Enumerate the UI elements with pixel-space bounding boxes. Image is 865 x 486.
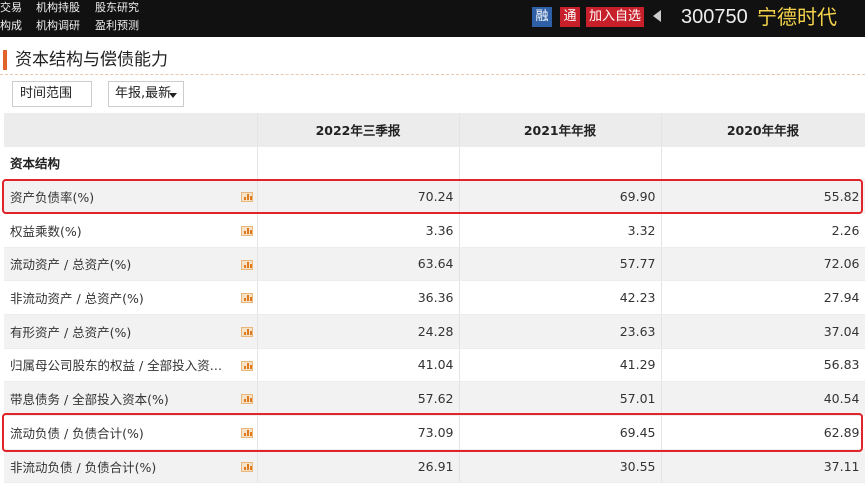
- top-nav-bar: 交易 机构持股 股东研究 构成 机构调研 盈利预测 融 通 加入自选 30075…: [0, 0, 865, 37]
- period-select-value: 年报,最新: [115, 86, 172, 101]
- header-label-column: [4, 113, 258, 147]
- value-cell: 70.24: [257, 179, 460, 214]
- value-cell: 3.32: [459, 213, 662, 248]
- bar-chart-icon[interactable]: [240, 326, 253, 337]
- value-cell: 57.77: [459, 247, 662, 282]
- value-cell: 55.82: [661, 179, 865, 214]
- add-to-watchlist-button[interactable]: 加入自选: [586, 7, 644, 27]
- value-cell: 37.11: [661, 449, 865, 484]
- nav-row-2: 构成 机构调研 盈利预测: [0, 19, 154, 33]
- value-cell: 3.36: [257, 213, 460, 248]
- table-row: 带息债务 / 全部投入资本(%) 57.62 57.01 40.54: [4, 381, 865, 416]
- row-label-cell: 资产负债率(%): [4, 179, 258, 214]
- row-label: 资产负债率(%): [10, 190, 95, 206]
- value-cell: 41.29: [459, 348, 662, 383]
- time-range-label: 时间范围: [12, 81, 92, 107]
- row-label: 带息债务 / 全部投入资本(%): [10, 392, 169, 408]
- row-label: 归属母公司股东的权益 / 全部投入资本(...: [10, 358, 232, 374]
- row-label: 权益乘数(%): [10, 223, 82, 239]
- row-label: 流动负债 / 负债合计(%): [10, 425, 144, 441]
- table-row: 流动资产 / 总资产(%) 63.64 57.77 72.06: [4, 247, 865, 282]
- nav-link-institution-research[interactable]: 机构调研: [36, 19, 80, 33]
- nav-link-trade[interactable]: 交易: [0, 1, 22, 15]
- column-header[interactable]: 2020年年报: [661, 113, 865, 147]
- value-cell: 27.94: [661, 280, 865, 315]
- nav-link-shareholder-research[interactable]: 股东研究: [95, 1, 139, 15]
- margin-trading-badge[interactable]: 融: [532, 7, 552, 27]
- table-row: 非流动资产 / 总资产(%) 36.36 42.23 27.94: [4, 280, 865, 315]
- value-cell: 63.64: [257, 247, 460, 282]
- row-label-cell: 有形资产 / 总资产(%): [4, 314, 258, 349]
- value-cell: 62.89: [661, 415, 865, 450]
- value-cell: 30.55: [459, 449, 662, 484]
- section-accent-bar: [3, 50, 7, 70]
- value-cell: 69.45: [459, 415, 662, 450]
- nav-link-profit-forecast[interactable]: 盈利预测: [95, 19, 139, 33]
- bar-chart-icon[interactable]: [240, 293, 253, 304]
- bar-chart-icon[interactable]: [240, 428, 253, 438]
- value-cell: 37.04: [661, 314, 865, 349]
- bar-chart-icon[interactable]: [240, 461, 253, 472]
- table-row: 非流动负债 / 负债合计(%) 26.91 30.55 37.11: [4, 449, 865, 484]
- value-cell: 24.28: [257, 314, 460, 349]
- value-cell: 40.54: [661, 381, 865, 416]
- stock-name: 宁德时代: [757, 5, 837, 29]
- row-label: 有形资产 / 总资产(%): [10, 324, 132, 340]
- bar-chart-icon[interactable]: [240, 225, 253, 236]
- value-cell: 57.62: [257, 381, 460, 416]
- bar-chart-icon[interactable]: [240, 394, 253, 405]
- row-label: 非流动资产 / 总资产(%): [10, 291, 144, 307]
- table-row: 权益乘数(%) 3.36 3.32 2.26: [4, 213, 865, 248]
- value-cell: 57.01: [459, 381, 662, 416]
- nav-link-composition[interactable]: 构成: [0, 19, 22, 33]
- row-label-cell: 带息债务 / 全部投入资本(%): [4, 381, 258, 416]
- row-label-cell: 流动资产 / 总资产(%): [4, 247, 258, 282]
- section-title: 资本结构与偿债能力: [15, 50, 168, 70]
- nav-link-institution-holdings[interactable]: 机构持股: [36, 1, 80, 15]
- row-label: 非流动负债 / 负债合计(%): [10, 459, 157, 475]
- nav-row-1: 交易 机构持股 股东研究: [0, 1, 154, 15]
- value-cell: 69.90: [459, 179, 662, 214]
- section-header: 资本结构与偿债能力: [0, 45, 865, 75]
- row-label: 流动资产 / 总资产(%): [10, 257, 132, 273]
- value-cell: 73.09: [257, 415, 460, 450]
- table-row: 流动负债 / 负债合计(%) 73.09 69.45 62.89: [4, 415, 865, 450]
- group-row: 资本结构: [4, 146, 865, 181]
- stock-connect-badge[interactable]: 通: [560, 7, 580, 27]
- table-header-row: 2022年三季报 2021年年报 2020年年报: [4, 113, 865, 147]
- column-header[interactable]: 2022年三季报: [257, 113, 460, 147]
- capital-structure-table: 2022年三季报 2021年年报 2020年年报 资本结构 资产负债率(%) 70…: [4, 113, 865, 484]
- table-row: 归属母公司股东的权益 / 全部投入资本(... 41.04 41.29 56.83: [4, 348, 865, 383]
- chevron-down-icon: [169, 93, 177, 98]
- group-label: 资本结构: [4, 146, 258, 181]
- row-label-cell: 归属母公司股东的权益 / 全部投入资本(...: [4, 348, 258, 383]
- value-cell: 41.04: [257, 348, 460, 383]
- row-label-cell: 非流动资产 / 总资产(%): [4, 280, 258, 315]
- value-cell: 42.23: [459, 280, 662, 315]
- bar-chart-icon[interactable]: [240, 360, 253, 371]
- value-cell: 26.91: [257, 449, 460, 484]
- row-label-cell: 流动负债 / 负债合计(%): [4, 415, 258, 450]
- collapse-arrow-icon[interactable]: [653, 10, 661, 22]
- value-cell: 72.06: [661, 247, 865, 282]
- table-row: 有形资产 / 总资产(%) 24.28 23.63 37.04: [4, 314, 865, 349]
- stock-code: 300750: [681, 6, 748, 28]
- value-cell: 36.36: [257, 280, 460, 315]
- value-cell: 23.63: [459, 314, 662, 349]
- bar-chart-icon[interactable]: [240, 259, 253, 270]
- row-label-cell: 非流动负债 / 负债合计(%): [4, 449, 258, 484]
- period-select[interactable]: 年报,最新: [108, 81, 184, 107]
- column-header[interactable]: 2021年年报: [459, 113, 662, 147]
- bar-chart-icon[interactable]: [240, 192, 253, 203]
- value-cell: 56.83: [661, 348, 865, 383]
- row-label-cell: 权益乘数(%): [4, 213, 258, 248]
- value-cell: 2.26: [661, 213, 865, 248]
- table-row: 资产负债率(%) 70.24 69.90 55.82: [4, 179, 865, 214]
